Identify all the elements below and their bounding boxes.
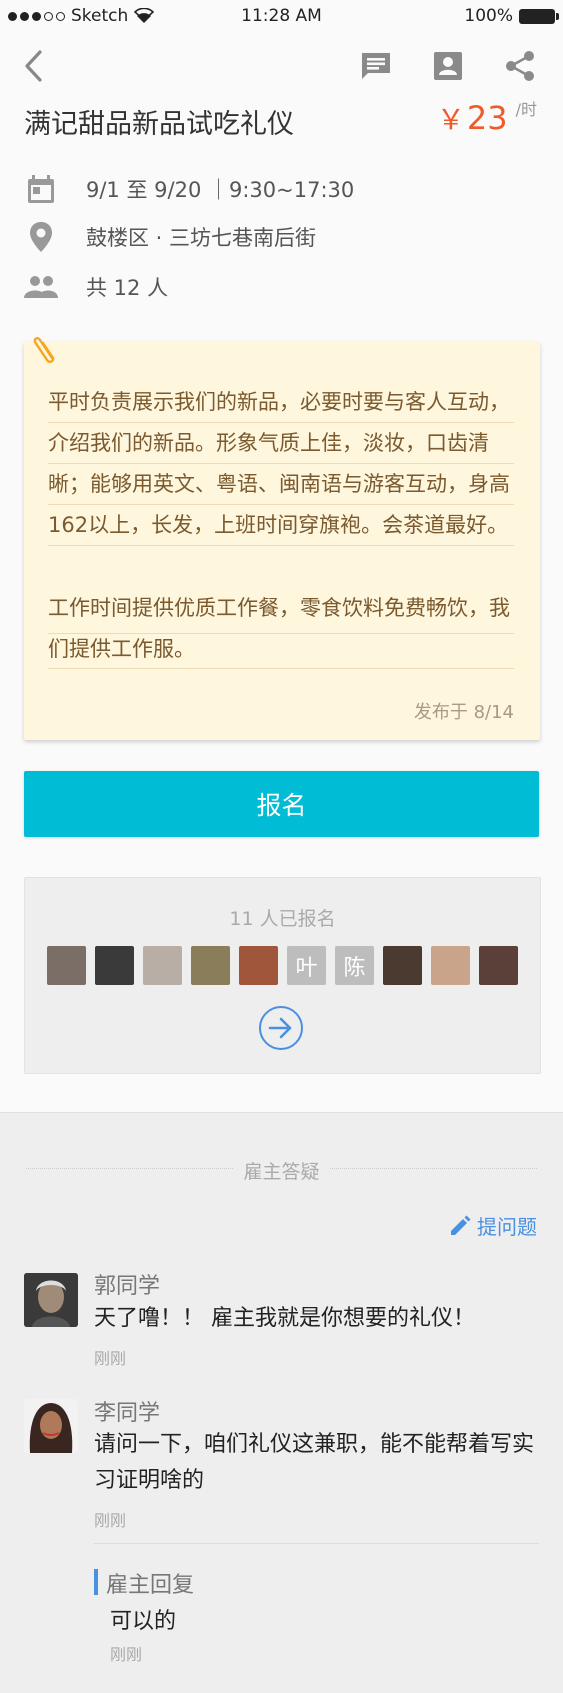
qa-section-title: 雇主答疑 [0,1157,563,1184]
question-author: 李同学 [94,1401,161,1426]
avatar [24,1273,78,1327]
reply-marker [94,1569,98,1595]
note-rule [48,633,514,634]
reply-separator [94,1543,539,1544]
ask-question-button[interactable]: 提问题 [449,1211,537,1240]
enrolled-avatar[interactable] [479,946,518,985]
battery-icon [519,8,559,24]
question-time: 刚刚 [94,1511,127,1530]
posted-date: 发布于 8/14 [413,702,514,723]
enrolled-avatar[interactable]: 陈 [335,946,374,985]
paperclip-icon [30,332,60,370]
location-pin-icon [24,220,58,254]
date-row: 9/1 至 9/20 ｜9:30~17:30 [24,172,354,206]
more-enrolled-button[interactable] [259,1006,303,1050]
people-icon [24,270,58,304]
enrolled-avatar[interactable] [239,946,278,985]
question-text: 请问一下，咱们礼仪这兼职，能不能帮着写实习证明啥的 [94,1432,535,1493]
status-bar: Sketch 11:28 AM 100% [0,0,563,32]
headcount-row: 共 12 人 [24,270,168,304]
calendar-icon [24,172,58,206]
location-text: 鼓楼区 · 三坊七巷南后街 [86,226,317,250]
employer-reply-time: 刚刚 [110,1645,143,1664]
enrolled-count: 11 人已报名 [229,908,336,930]
date-text: 9/1 至 9/20 ｜9:30~17:30 [86,178,355,202]
avatar [24,1399,78,1453]
note-rule [48,504,514,505]
pencil-icon [451,1215,471,1235]
status-right: 100% [464,6,559,26]
price-value: 23 [466,99,508,137]
description-paragraph-1: 平时负责展示我们的新品，必要时要与客人互动，介绍我们的新品。形象气质上佳，淡妆，… [48,390,510,537]
employer-reply-text: 可以的 [110,1609,177,1634]
battery-percent: 100% [464,6,513,26]
enrolled-panel: 11 人已报名 叶陈 [24,877,541,1074]
price-unit: /时 [515,100,537,119]
enrolled-avatar[interactable] [143,946,182,985]
chat-icon[interactable] [356,46,396,86]
description-paragraph-2: 工作时间提供优质工作餐，零食饮料免费畅饮，我们提供工作服。 [48,596,510,661]
job-description-card: 平时负责展示我们的新品，必要时要与客人互动，介绍我们的新品。形象气质上佳，淡妆，… [24,342,540,740]
question-author: 郭同学 [94,1274,161,1299]
note-rule [48,668,514,669]
note-rule [48,422,514,423]
price-currency: ￥ [436,103,465,136]
nav-bar [0,40,563,90]
back-icon[interactable] [14,46,54,86]
headcount-text: 共 12 人 [86,276,169,300]
enrolled-avatar[interactable] [191,946,230,985]
contact-icon[interactable] [428,46,468,86]
enrolled-avatar[interactable]: 叶 [287,946,326,985]
arrow-right-icon [268,1017,292,1039]
share-icon[interactable] [500,46,540,86]
enrolled-avatar[interactable] [431,946,470,985]
hourly-price: ￥ 23 /时 [437,98,537,138]
question-time: 刚刚 [94,1349,127,1368]
employer-reply-label: 雇主回复 [106,1573,195,1598]
enrolled-avatar-list: 叶陈 [47,946,518,985]
note-rule [48,545,514,546]
note-rule [48,463,514,464]
job-title: 满记甜品新品试吃礼仪 [24,109,294,140]
enrolled-avatar[interactable] [47,946,86,985]
qa-section-title-text: 雇主答疑 [233,1161,330,1183]
qa-section: 雇主答疑 提问题 郭同学 天了噜！！ 雇主我就是你想要的礼仪！ 刚刚 李同学 请… [0,1112,563,1693]
question-text: 天了噜！！ 雇主我就是你想要的礼仪！ [94,1306,475,1331]
ask-question-label: 提问题 [477,1215,537,1239]
enrolled-avatar[interactable] [383,946,422,985]
signup-button[interactable]: 报名 [24,771,539,837]
location-row: 鼓楼区 · 三坊七巷南后街 [24,220,316,254]
enrolled-avatar[interactable] [95,946,134,985]
